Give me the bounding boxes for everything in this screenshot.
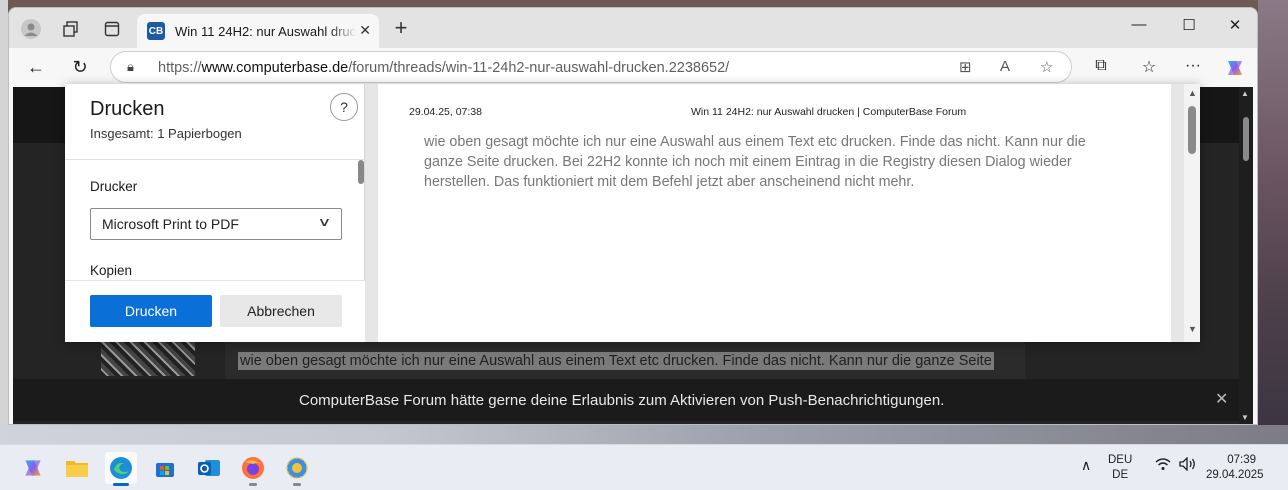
favorites-icon[interactable]: ☆ <box>1137 57 1161 77</box>
language-code: DEU <box>1108 454 1133 466</box>
workspaces-icon[interactable] <box>59 17 83 41</box>
back-arrow-icon[interactable]: ← <box>22 55 50 79</box>
volume-icon[interactable] <box>1179 456 1197 474</box>
clock-time: 07:39 <box>1227 454 1256 466</box>
copilot-app-icon[interactable] <box>17 452 49 484</box>
divider <box>65 159 365 160</box>
preview-scrollbar[interactable]: ▲ ▼ <box>1184 84 1200 342</box>
refresh-icon[interactable]: ↻ <box>66 55 94 79</box>
running-indicator-2 <box>293 483 301 486</box>
extensions-icon[interactable]: ⧉ <box>1089 57 1113 75</box>
firefox-app-icon[interactable] <box>237 452 269 486</box>
print-preview: 29.04.25, 07:38 Win 11 24H2: nur Auswahl… <box>365 84 1200 342</box>
preview-header-title: Win 11 24H2: nur Auswahl drucken | Compu… <box>691 106 967 118</box>
outlook-app-icon[interactable] <box>193 452 225 484</box>
active-indicator <box>113 483 129 486</box>
title-bar: CB Win 11 24H2: nur Auswahl drucken | Co… <box>9 8 1257 48</box>
file-explorer-icon[interactable] <box>61 452 93 484</box>
notification-close-icon[interactable]: ✕ <box>1215 389 1228 409</box>
push-notification-text: ComputerBase Forum hätte gerne deine Erl… <box>299 392 945 409</box>
preview-scroll-thumb[interactable] <box>1188 106 1196 154</box>
print-dialog-footer: Drucken Abbrechen <box>65 280 365 342</box>
chevron-down-icon: ∨ <box>317 215 332 229</box>
running-indicator <box>249 483 257 486</box>
copilot-icon[interactable] <box>1223 57 1247 84</box>
toolbar: ← ↻ 🔒︎ https://www.computerbase.de/forum… <box>9 48 1257 86</box>
settings-scrollbar[interactable] <box>357 160 365 280</box>
tab-active[interactable]: CB Win 11 24H2: nur Auswahl drucken | Co… <box>137 14 379 48</box>
system-clock[interactable]: 07:39 29.04.2025 <box>1206 453 1264 483</box>
taskbar: ∧ DEU DE 07:39 29.04.2025 <box>0 444 1288 490</box>
preview-date: 29.04.25, 07:38 <box>409 106 482 118</box>
tab-actions-icon[interactable] <box>100 17 124 41</box>
settings-scroll-thumb[interactable] <box>358 160 364 184</box>
printer-select-value: Microsoft Print to PDF <box>102 216 239 232</box>
print-dialog-title: Drucken <box>90 98 165 120</box>
page-scrollbar[interactable]: ▲ ▼ <box>1239 87 1253 424</box>
desktop-edge-left <box>0 0 8 444</box>
preview-page: 29.04.25, 07:38 Win 11 24H2: nur Auswahl… <box>378 84 1171 342</box>
lock-icon[interactable]: 🔒︎ <box>127 59 134 75</box>
print-button[interactable]: Drucken <box>90 295 212 327</box>
scroll-up-icon[interactable]: ▲ <box>1241 89 1249 98</box>
close-window-icon[interactable]: ✕ <box>1220 16 1250 34</box>
read-aloud-icon[interactable]: A <box>1000 58 1010 75</box>
keyboard-layout: DE <box>1112 469 1129 481</box>
show-hidden-icons-chevron-icon[interactable]: ∧ <box>1081 457 1091 474</box>
preview-body-text: wie oben gesagt möchte ich nur eine Ausw… <box>424 134 1086 190</box>
maximize-icon[interactable]: ☐ <box>1174 16 1204 34</box>
clock-date: 29.04.2025 <box>1206 469 1264 481</box>
more-menu-icon[interactable]: ··· <box>1181 57 1205 75</box>
profile-icon[interactable] <box>19 17 43 41</box>
page-scroll-thumb[interactable] <box>1243 117 1249 161</box>
post-text-selected[interactable]: wie oben gesagt möchte ich nur eine Ausw… <box>238 352 994 370</box>
address-bar[interactable]: 🔒︎ https://www.computerbase.de/forum/thr… <box>110 51 1072 83</box>
app-icon-compass[interactable] <box>281 452 313 486</box>
printer-label: Drucker <box>90 179 138 194</box>
desktop-wallpaper-bottom <box>0 425 1288 444</box>
print-settings-panel: Drucken Insgesamt: 1 Papierbogen ? Druck… <box>65 84 365 342</box>
store-app-icon[interactable] <box>149 452 181 484</box>
preview-scroll-down-icon[interactable]: ▼ <box>1188 324 1197 334</box>
preview-scroll-up-icon[interactable]: ▲ <box>1188 88 1197 98</box>
user-avatar[interactable] <box>101 336 195 376</box>
sheet-count: Insgesamt: 1 Papierbogen <box>90 126 242 141</box>
tab-close-icon[interactable]: ✕ <box>359 22 371 39</box>
tab-title: Win 11 24H2: nur Auswahl drucken | Compu… <box>175 23 357 39</box>
computerbase-favicon-icon: CB <box>147 22 165 40</box>
copies-label: Kopien <box>90 263 133 278</box>
desktop-wallpaper-right <box>1258 0 1288 444</box>
url-text: https://www.computerbase.de/forum/thread… <box>158 60 730 76</box>
input-language[interactable]: DEU DE <box>1108 453 1132 483</box>
edge-app-icon[interactable] <box>105 452 137 486</box>
scroll-down-icon[interactable]: ▼ <box>1241 413 1249 422</box>
favorite-star-icon[interactable]: ☆ <box>1040 58 1053 76</box>
printer-select[interactable]: Microsoft Print to PDF ∨ <box>90 208 342 240</box>
help-icon[interactable]: ? <box>330 93 358 121</box>
minimize-icon[interactable]: — <box>1124 16 1154 33</box>
app-install-icon[interactable]: ⊞ <box>959 58 972 76</box>
new-tab-plus-icon[interactable]: + <box>389 17 413 39</box>
cancel-button[interactable]: Abbrechen <box>220 295 342 327</box>
print-dialog: Drucken Insgesamt: 1 Papierbogen ? Druck… <box>65 84 1200 342</box>
wifi-icon[interactable] <box>1155 457 1171 474</box>
